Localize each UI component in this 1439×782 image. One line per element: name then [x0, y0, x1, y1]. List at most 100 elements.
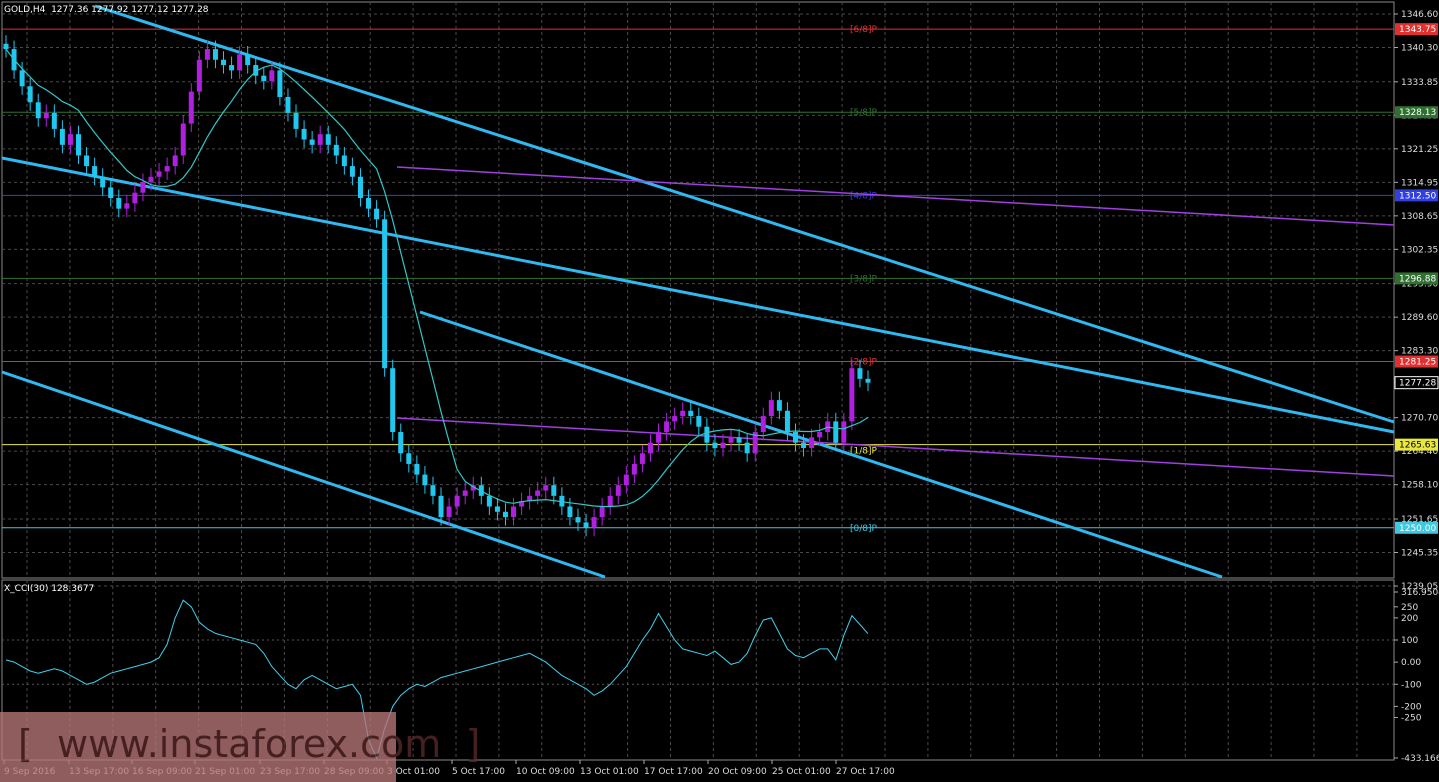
candle-body [269, 70, 275, 82]
price-header: GOLD,H4 1277.36 1277.92 1277.12 1277.28 [4, 5, 209, 15]
candle-body [414, 463, 420, 475]
candle-body [188, 91, 194, 124]
cci-tick-label: -250 [1401, 713, 1422, 723]
price-label: 1328.13 [1399, 108, 1436, 118]
candle-body [680, 410, 686, 417]
candle-body [567, 506, 573, 518]
candle-body [841, 421, 847, 443]
cci-tick-label: 316.9504 [1401, 588, 1439, 598]
candle-body [543, 485, 549, 491]
trend-line [396, 417, 1395, 477]
candle-body [27, 86, 33, 103]
candle-body [116, 198, 122, 209]
price-label: 1265.63 [1399, 441, 1436, 451]
candle-body [446, 506, 452, 518]
candle-body [462, 490, 468, 496]
candle-body [535, 490, 541, 496]
candle-body [19, 70, 25, 87]
price-label: 1312.50 [1399, 191, 1436, 201]
candle-body [406, 453, 412, 464]
cci-tick-label: 100 [1401, 636, 1418, 646]
candle-body [664, 421, 670, 433]
current-price-label: 1277.28 [1399, 379, 1436, 389]
candle-body [430, 485, 436, 496]
candle-body [744, 442, 750, 454]
candle-body [84, 155, 90, 167]
candle-body [857, 368, 863, 379]
candle-body [591, 517, 597, 528]
candle-body [776, 400, 782, 411]
cci-tick-label: -100 [1401, 680, 1422, 690]
candle-body [728, 437, 734, 443]
candle-body [108, 187, 114, 199]
candle-body [768, 400, 774, 417]
candle-body [237, 54, 243, 71]
price-chart[interactable]: 1346.601340.301333.851327.551321.251314.… [0, 0, 1439, 782]
cci-tick-label: 0.00 [1401, 658, 1421, 668]
murrey-label: [5/8]P [850, 108, 878, 118]
candle-body [67, 134, 73, 145]
candle-body [801, 442, 807, 448]
candle-body [454, 495, 460, 507]
candle-body [132, 192, 138, 204]
candle-body [293, 112, 299, 129]
candle-body [180, 123, 186, 156]
candle-body [631, 463, 637, 475]
candle-body [148, 176, 154, 183]
x-tick-label: 25 Oct 01:00 [772, 767, 831, 777]
watermark-text: [ www.instaforex.com ] [18, 722, 481, 766]
candle-body [511, 506, 517, 518]
candle-body [494, 506, 500, 512]
candle-body [438, 495, 444, 518]
candle-body [575, 517, 581, 523]
price-label: 1343.75 [1399, 25, 1436, 35]
candle-body [817, 432, 823, 438]
y-tick-label: 1283.30 [1401, 347, 1438, 357]
candle-body [849, 368, 855, 422]
candle-body [164, 166, 170, 172]
candle-body [865, 378, 871, 383]
cci-tick-label: 250 [1401, 603, 1418, 613]
candle-body [760, 416, 766, 433]
cci-tick-label: -200 [1401, 702, 1422, 712]
candle-body [809, 437, 815, 448]
candle-body [124, 203, 130, 209]
candle-body [3, 43, 9, 50]
candle-body [599, 506, 605, 518]
candle-body [51, 112, 57, 129]
candle-body [212, 49, 218, 60]
candle-body [140, 182, 146, 193]
candle-body [229, 65, 235, 71]
y-tick-label: 1289.60 [1401, 313, 1438, 323]
candle-body [688, 410, 694, 417]
candle-body [551, 485, 557, 496]
candle-body [502, 511, 508, 518]
x-tick-label: 13 Oct 01:00 [580, 767, 639, 777]
y-tick-label: 1340.30 [1401, 44, 1438, 54]
y-tick-label: 1346.60 [1401, 10, 1438, 20]
candle-body [341, 155, 347, 167]
candle-body [59, 128, 65, 145]
candles [3, 35, 871, 537]
candle-body [333, 144, 339, 156]
candle-body [615, 485, 621, 496]
candle-body [672, 416, 678, 422]
cci-tick-label: 200 [1401, 614, 1418, 624]
indicator-header: X_CCI(30) 128.3677 [4, 584, 95, 594]
y-tick-label: 1314.95 [1401, 178, 1438, 188]
candle-body [374, 208, 380, 220]
y-tick-label: 1308.65 [1401, 212, 1438, 222]
candle-body [382, 219, 388, 369]
candle-body [720, 442, 726, 448]
candle-body [221, 59, 227, 66]
y-tick-label: 1321.25 [1401, 145, 1438, 155]
candle-body [285, 96, 291, 113]
candle-body [196, 59, 202, 92]
candle-body [704, 426, 710, 443]
x-tick-label: 5 Oct 17:00 [452, 767, 505, 777]
candle-body [172, 155, 178, 167]
candle-body [325, 134, 331, 145]
trend-line [396, 166, 1395, 226]
candle-body [156, 171, 162, 177]
candle-body [35, 102, 41, 119]
